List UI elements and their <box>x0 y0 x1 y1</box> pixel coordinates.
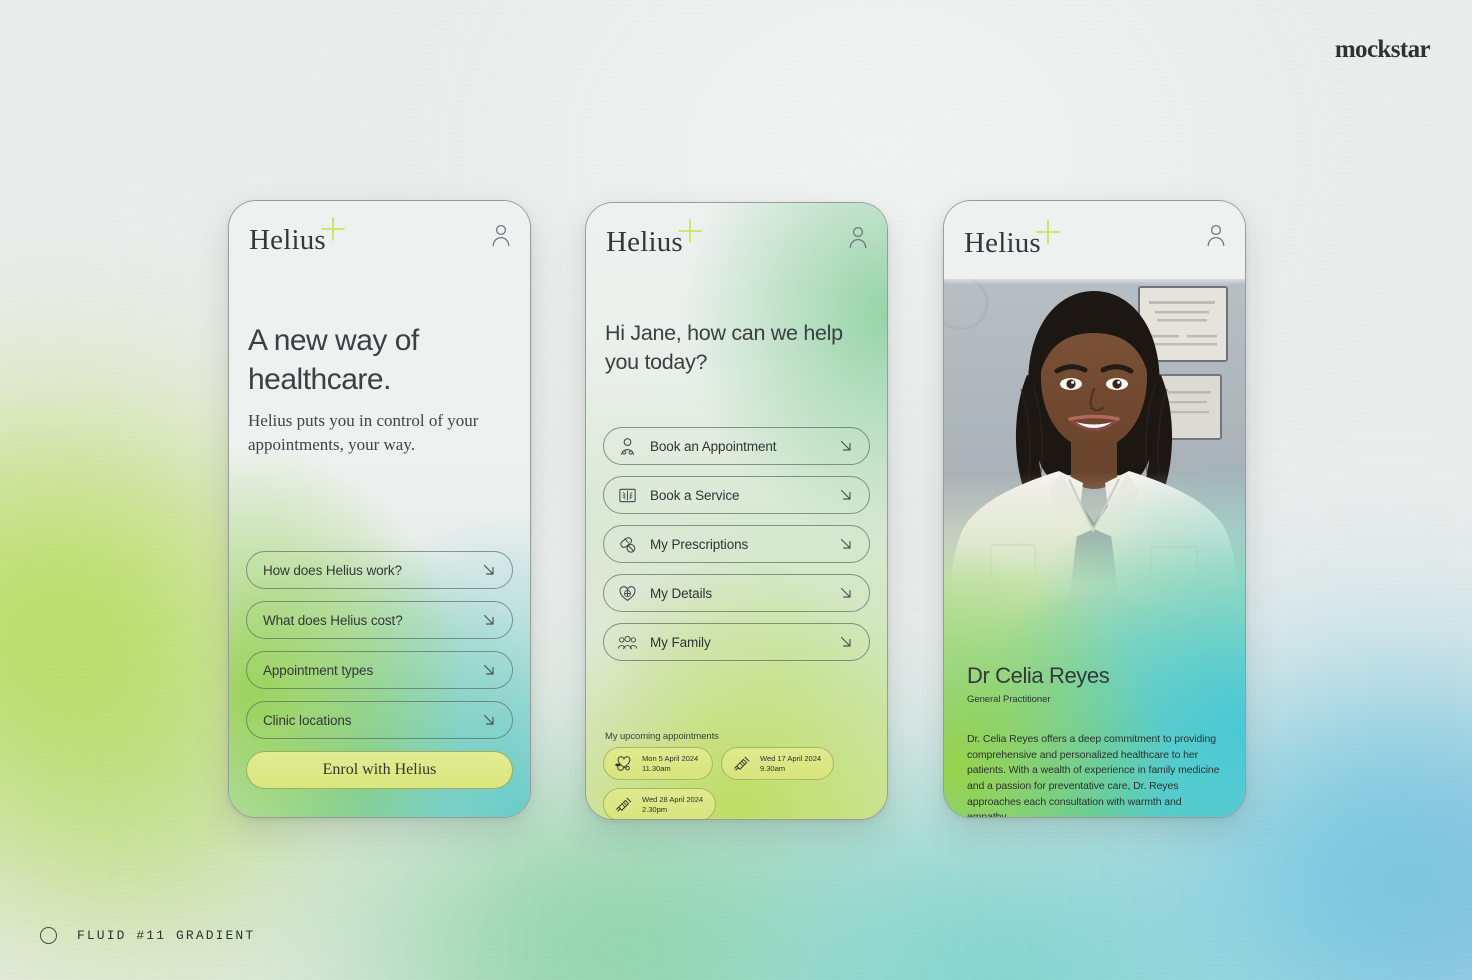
menu-item-my-details[interactable]: My Details <box>603 574 870 612</box>
menu-item-label: My Prescriptions <box>650 536 749 552</box>
screen-onboarding: Helius A new way of healthcare. Helius p… <box>229 201 530 817</box>
greeting-heading: Hi Jane, how can we help you today? <box>605 321 843 374</box>
heart-plus-icon <box>619 585 636 601</box>
screen-doctor-profile: Helius Dr Celia Reyes General Practition… <box>944 201 1245 817</box>
upcoming-appointments-list: Mon 5 April 2024 11.30am Wed 17 April 20… <box>603 747 873 819</box>
arrow-down-right-icon <box>840 587 851 598</box>
mockstar-wordmark: mockstar <box>1334 36 1431 63</box>
footer-label: FLUID #11 GRADIENT <box>77 928 256 943</box>
enrol-button-label: Enrol with Helius <box>322 761 437 778</box>
upcoming-appointments-label: My upcoming appointments <box>605 731 719 742</box>
arrow-down-right-icon <box>840 440 851 451</box>
xray-scan-icon <box>619 488 636 502</box>
faq-option-label: What does Helius cost? <box>263 612 403 628</box>
faq-option-list: How does Helius work? What does Helius c… <box>246 551 513 789</box>
appointment-date: Wed 28 April 2024 <box>642 795 704 805</box>
app-logo-text: Helius <box>964 226 1041 259</box>
doctor-person-icon <box>620 437 635 455</box>
app-header: Helius <box>229 201 530 279</box>
appointment-time: 9.30am <box>760 763 786 773</box>
pills-icon <box>620 536 636 553</box>
circle-icon <box>40 927 57 944</box>
appointment-text: Mon 5 April 2024 11.30am <box>642 754 698 773</box>
page-subheadline: Helius puts you in control of your appoi… <box>248 411 479 455</box>
app-header: Helius <box>944 201 1245 285</box>
menu-item-my-family[interactable]: My Family <box>603 623 870 661</box>
app-logo-text: Helius <box>606 225 683 258</box>
doctor-portrait-illustration <box>944 279 1245 679</box>
screen-dashboard: Helius Hi Jane, how can we help you toda… <box>586 203 887 819</box>
service-menu-list: Book an Appointment Book a Service My Pr… <box>603 427 870 672</box>
appointment-text: Wed 17 April 2024 9.30am <box>760 754 821 773</box>
faq-option-cost[interactable]: What does Helius cost? <box>246 601 513 639</box>
faq-option-label: How does Helius work? <box>263 562 402 578</box>
logo-lockup: Helius <box>964 219 1060 259</box>
arrow-down-right-icon <box>483 714 494 725</box>
user-account-icon[interactable] <box>490 223 512 247</box>
menu-item-my-prescriptions[interactable]: My Prescriptions <box>603 525 870 563</box>
logo-lockup: Helius <box>249 216 345 256</box>
user-account-icon[interactable] <box>1205 223 1227 247</box>
menu-item-label: My Details <box>650 585 713 601</box>
doctor-portrait-photo <box>944 279 1245 679</box>
doctor-name: Dr Celia Reyes <box>967 663 1110 688</box>
faq-option-clinic-locations[interactable]: Clinic locations <box>246 701 513 739</box>
sparkle-plus-icon <box>1036 219 1060 244</box>
appointment-time: 11.30am <box>642 763 671 773</box>
syringe-icon <box>734 756 750 771</box>
appointment-time: 2.30pm <box>642 804 668 814</box>
screen-content: A new way of healthcare. Helius puts you… <box>229 279 530 817</box>
appointment-chip[interactable]: Wed 28 April 2024 2.30pm <box>603 788 717 819</box>
appointment-chip[interactable]: Wed 17 April 2024 9.30am <box>721 747 835 780</box>
arrow-down-right-icon <box>840 538 851 549</box>
phone-mockup-dashboard: Helius Hi Jane, how can we help you toda… <box>585 202 888 820</box>
app-header: Helius <box>586 203 887 281</box>
arrow-down-right-icon <box>840 489 851 500</box>
logo-lockup: Helius <box>606 218 702 258</box>
menu-item-label: Book an Appointment <box>650 438 777 454</box>
page-headline: A new way of healthcare. <box>248 324 419 396</box>
phone-mockup-onboarding: Helius A new way of healthcare. Helius p… <box>228 200 531 818</box>
appointment-text: Wed 28 April 2024 2.30pm <box>642 795 703 814</box>
doctor-info-block: Dr Celia Reyes General Practitioner Dr. … <box>944 663 1245 817</box>
menu-item-book-an-appointment[interactable]: Book an Appointment <box>603 427 870 465</box>
faq-option-label: Appointment types <box>263 662 374 678</box>
phone-mockup-doctor-profile: Helius Dr Celia Reyes General Practition… <box>943 200 1246 818</box>
enrol-button[interactable]: Enrol with Helius <box>246 751 513 789</box>
menu-item-book-a-service[interactable]: Book a Service <box>603 476 870 514</box>
menu-item-label: My Family <box>650 634 711 650</box>
faq-option-appointment-types[interactable]: Appointment types <box>246 651 513 689</box>
footer-caption: FLUID #11 GRADIENT <box>40 927 255 944</box>
syringe-icon <box>616 797 632 812</box>
arrow-down-right-icon <box>483 664 494 675</box>
stethoscope-heart-icon <box>615 755 631 771</box>
menu-item-label: Book a Service <box>650 487 740 503</box>
appointment-date: Wed 17 April 2024 <box>760 754 822 764</box>
appointment-date: Mon 5 April 2024 <box>642 754 699 764</box>
user-account-icon[interactable] <box>847 225 869 249</box>
faq-option-label: Clinic locations <box>263 712 352 728</box>
sparkle-plus-icon <box>321 216 345 241</box>
sparkle-plus-icon <box>678 218 702 243</box>
app-logo-text: Helius <box>249 223 326 256</box>
arrow-down-right-icon <box>483 614 494 625</box>
doctor-role: General Practitioner <box>967 694 1051 705</box>
family-group-icon <box>617 635 638 649</box>
arrow-down-right-icon <box>840 636 851 647</box>
doctor-bio: Dr. Celia Reyes offers a deep commitment… <box>967 733 1220 817</box>
screen-content: Hi Jane, how can we help you today? Book… <box>586 281 887 819</box>
arrow-down-right-icon <box>483 564 494 575</box>
faq-option-how-it-works[interactable]: How does Helius work? <box>246 551 513 589</box>
appointment-chip[interactable]: Mon 5 April 2024 11.30am <box>603 747 713 780</box>
